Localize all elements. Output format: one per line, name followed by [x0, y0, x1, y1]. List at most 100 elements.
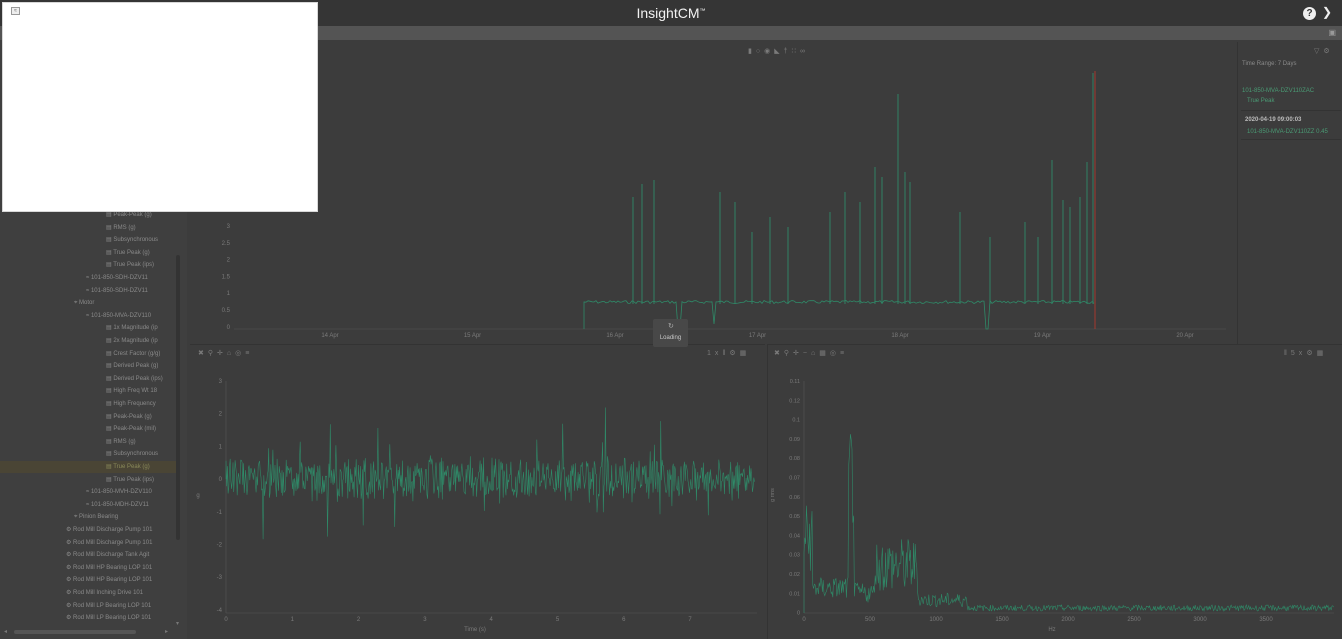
zoom-icon[interactable]: ⚲: [784, 350, 793, 357]
sidebar-item[interactable]: ⚙ Rod Mill HP Bearing LOP 101: [66, 574, 152, 586]
sidebar-item-label: True Peak (g): [113, 249, 150, 256]
sidebar-item[interactable]: ▤ Derived Peak (ips): [106, 373, 163, 385]
gear-icon[interactable]: ⚙: [729, 350, 739, 357]
sidebar-item[interactable]: ≈ 101-850-SDH-DZV11: [86, 272, 148, 284]
scroll-down-arrow-icon[interactable]: ▾: [176, 620, 179, 627]
sidebar-item[interactable]: ⚙ Rod Mill Discharge Tank Agit: [66, 549, 149, 561]
rss-icon[interactable]: ◣: [774, 48, 783, 55]
sidebar-item[interactable]: ▤ True Peak (ips): [106, 474, 154, 486]
cursor-icon[interactable]: ✖: [774, 350, 784, 357]
sidebar-item[interactable]: ⚙ Rod Mill Discharge Pump 101: [66, 537, 152, 549]
sidebar-item[interactable]: ▤ RMS (g): [106, 222, 136, 234]
sidebar-item[interactable]: ▤ True Peak (ips): [106, 259, 154, 271]
chevron-down-icon[interactable]: ❯: [1322, 5, 1332, 19]
sidebar-item[interactable]: ⚙ Rod Mill LP Bearing LOP 101: [66, 612, 151, 624]
link-icon[interactable]: ∞: [800, 48, 809, 55]
menu-icon[interactable]: ≡: [840, 350, 848, 357]
zoom-icon[interactable]: ⚲: [208, 350, 217, 357]
scroll-left-arrow-icon[interactable]: ◂: [4, 628, 7, 635]
sidebar-item-label: Peak-Peak (g): [113, 212, 152, 218]
x-tick-label: 5: [556, 617, 560, 623]
sidebar-item[interactable]: ▤ Subsynchronous: [106, 234, 158, 246]
sidebar-item[interactable]: ▤ High Frequency: [106, 398, 156, 410]
reset-icon[interactable]: ⌂: [811, 350, 819, 357]
pan-icon[interactable]: ✛: [217, 350, 227, 357]
sidebar-item[interactable]: ▤ Subsynchronous: [106, 448, 158, 460]
sidebar-item[interactable]: ≈ 101-850-MVH-DZV110: [86, 486, 152, 498]
legend-series-name[interactable]: 101-850-MVA-DZV110ZAC: [1242, 88, 1314, 94]
sidebar-item[interactable]: ≈ 101-850-MDH-DZV11: [86, 499, 149, 511]
speed-5x-button[interactable]: 5x: [1291, 350, 1306, 357]
sidebar-item[interactable]: ⚙ Rod Mill Inching Drive 101: [66, 587, 143, 599]
y-tick-label: 0.09: [789, 437, 800, 443]
speed-1x-button[interactable]: 1x: [707, 350, 722, 357]
y-tick-label: 0.05: [789, 514, 800, 520]
y-tick-label: 0.08: [789, 456, 800, 462]
sidebar-horizontal-scrollbar[interactable]: [14, 630, 136, 634]
camera-icon[interactable]: ◎: [235, 350, 245, 357]
sidebar-item-label: Derived Peak (g): [113, 363, 159, 370]
loading-indicator: ↻ Loading: [653, 319, 688, 347]
sidebar-item-label: 101-850-MVH-DZV110: [90, 489, 152, 496]
sidebar-item[interactable]: ▤ 1x Magnitude (ip: [106, 322, 158, 334]
sidebar-item[interactable]: ▤ RMS (g): [106, 436, 136, 448]
camera-icon[interactable]: ◎: [830, 350, 840, 357]
cursor-value: 101-850-MVA-DZV110ZZ 0.45: [1247, 129, 1328, 135]
record-icon[interactable]: ◉: [764, 48, 774, 55]
help-icon[interactable]: ?: [1303, 7, 1316, 20]
trend-chart[interactable]: 3 2.5 2 1.5 1 0.5 0 14 Apr 15 Apr 16 Apr 17 Apr 18 …: [190, 42, 1236, 344]
sidebar-item[interactable]: ▤ Crest Factor (g/g): [106, 348, 160, 360]
sidebar-item[interactable]: ⌖ Motor: [74, 297, 94, 309]
scroll-right-arrow-icon[interactable]: ▸: [165, 628, 168, 635]
y-tick-label: -3: [217, 575, 223, 581]
sidebar-item[interactable]: ⚙ Rod Mill LP Bearing LOP 101: [66, 600, 151, 612]
grid-icon[interactable]: ▦: [819, 350, 830, 357]
sidebar-item-label: Rod Mill LP Bearing LOP 101: [73, 615, 152, 622]
grid-icon[interactable]: ▦: [1317, 350, 1328, 357]
cursor-icon[interactable]: ✖: [198, 350, 208, 357]
reset-icon[interactable]: ⌂: [227, 350, 235, 357]
pin-icon[interactable]: †: [784, 48, 792, 55]
circle-icon[interactable]: ○: [756, 48, 764, 55]
x-tick-label: 3: [423, 617, 427, 623]
x-axis-label: Time (s): [464, 627, 486, 633]
spectrum-chart[interactable]: 0.11 0.12 0.1 0.09 0.08 0.07 0.06 0.05 0.04 0.03 0…: [768, 345, 1342, 639]
sidebar-item-label: Subsynchronous: [113, 237, 159, 244]
waveform-chart[interactable]: 3210-1-2-3-40 1 2 3 4 5 6 7Time (s)g: [190, 345, 765, 639]
blank-popup-window[interactable]: ≈: [2, 2, 318, 212]
sidebar-item[interactable]: ▤ High Freq Wt 18: [106, 385, 157, 397]
sidebar-item[interactable]: ⚙ Rod Mill Discharge Pump 101: [66, 524, 152, 536]
sidebar-vertical-scrollbar[interactable]: [176, 255, 180, 540]
y-tick-label: 0.03: [789, 553, 800, 559]
sidebar-item[interactable]: ⌖ Pinion Bearing: [74, 511, 118, 523]
pan-icon[interactable]: ✛: [793, 350, 803, 357]
grid-icon[interactable]: ▦: [740, 350, 751, 357]
sidebar-item[interactable]: ▤ 2x Magnitude (ip: [106, 335, 158, 347]
x-tick-label: 4: [490, 617, 494, 623]
sidebar-item[interactable]: ▤ Peak-Peak (g): [106, 411, 152, 423]
sidebar-item[interactable]: ▤ True Peak (g): [106, 247, 150, 259]
sidebar-item[interactable]: ▤ True Peak (g): [106, 461, 150, 473]
y-tick-label: 0.11: [790, 379, 800, 385]
sidebar-item[interactable]: ≈ 101-850-SDH-DZV11: [86, 285, 148, 297]
x-tick-label: 1000: [929, 617, 943, 623]
asset-icon: ⚙: [66, 615, 74, 622]
expand-icon[interactable]: ▣: [1328, 28, 1336, 37]
x-tick-label: 2: [357, 617, 361, 623]
trash-icon[interactable]: ▮: [748, 48, 756, 55]
sidebar-item-label: Rod Mill Discharge Tank Agit: [73, 552, 150, 559]
menu-icon[interactable]: ≡: [245, 350, 253, 357]
dots-icon[interactable]: ∷: [792, 48, 800, 55]
x-tick-label: 3500: [1259, 617, 1273, 623]
filter-icon[interactable]: ▽: [1314, 48, 1323, 55]
gear-icon[interactable]: ⚙: [1306, 350, 1316, 357]
sidebar-item[interactable]: ▤ Derived Peak (g): [106, 360, 158, 372]
sidebar-item[interactable]: ▤ Peak-Peak (mil): [106, 423, 156, 435]
y-tick-label: 0.12: [789, 398, 800, 404]
sidebar-item[interactable]: ⚙ Rod Mill HP Bearing LOP 101: [66, 562, 152, 574]
pause-icon[interactable]: ‖: [1284, 350, 1291, 357]
sidebar-item[interactable]: ≈ 101-850-MVA-DZV110: [86, 310, 151, 322]
gear-icon[interactable]: ⚙: [1323, 48, 1333, 55]
minus-icon[interactable]: −: [803, 350, 811, 357]
sidebar-item-label: True Peak (g): [113, 464, 150, 470]
